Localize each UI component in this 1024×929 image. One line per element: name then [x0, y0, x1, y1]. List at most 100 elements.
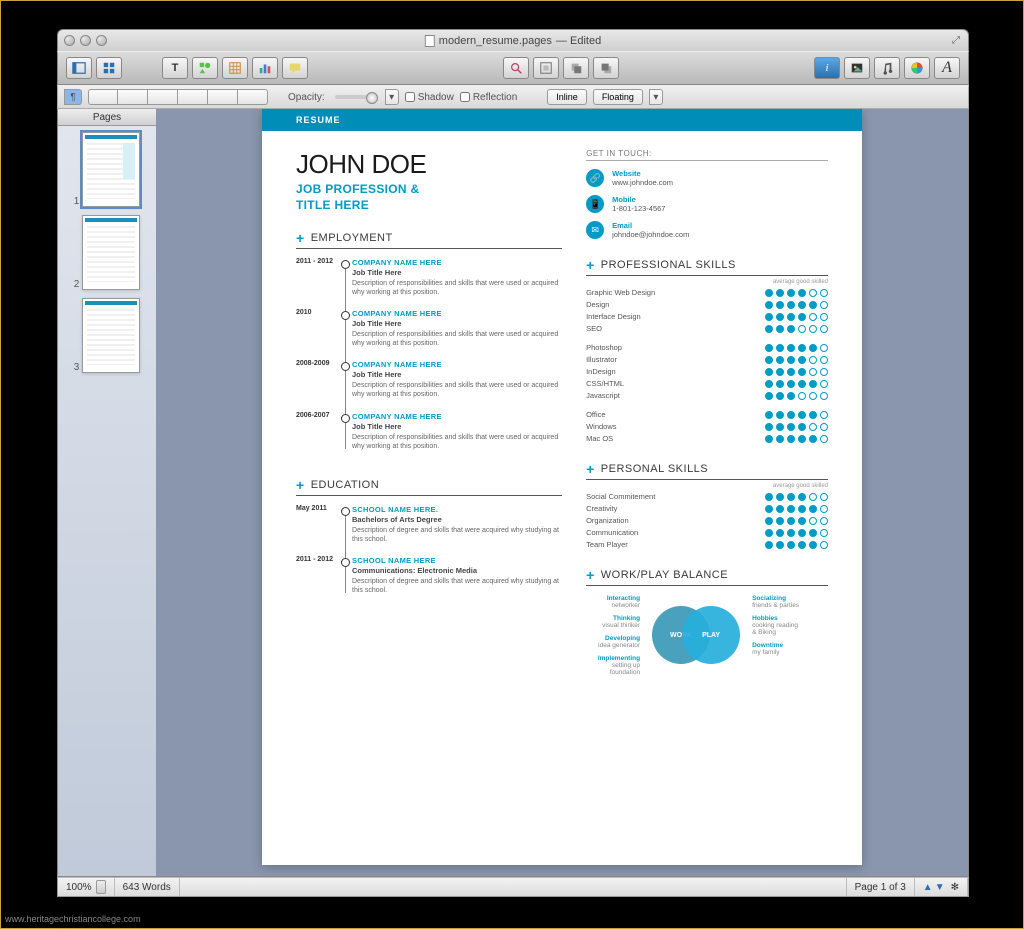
timeline-item: 2011 - 2012 COMPANY NAME HERE Job Title … — [352, 258, 562, 297]
settings-gear-icon[interactable]: ✻ — [951, 882, 959, 893]
venn-diagram: WORK PLAY — [646, 599, 746, 671]
timeline-item: 2010 COMPANY NAME HERE Job Title Here De… — [352, 309, 562, 348]
skill-name: Organization — [586, 516, 629, 525]
timeline-heading: COMPANY NAME HERE — [352, 412, 562, 421]
wrap-inline-button[interactable]: Inline — [547, 89, 587, 105]
page-indicator: Page 1 of 3 — [847, 878, 915, 896]
zoom-stepper[interactable] — [96, 880, 106, 894]
shadow-checkbox[interactable]: Shadow — [405, 92, 454, 103]
skill-rating — [765, 392, 828, 400]
mask-button[interactable] — [533, 57, 559, 79]
skill-name: Social Commitement — [586, 492, 655, 501]
wrap-floating-button[interactable]: Floating — [593, 89, 643, 105]
search-button[interactable] — [503, 57, 529, 79]
skill-row: Mac OS — [586, 434, 828, 443]
fonts-button[interactable]: A — [934, 57, 960, 79]
plus-icon: + — [586, 461, 595, 477]
nav-up-icon[interactable]: ▲ — [923, 882, 933, 893]
timeline-desc: Description of responsibilities and skil… — [352, 279, 562, 297]
reflection-checkbox[interactable]: Reflection — [460, 92, 517, 103]
opacity-stepper[interactable]: ▾ — [385, 89, 399, 105]
plus-icon: + — [296, 477, 305, 493]
window-title-status: — Edited — [556, 35, 601, 47]
media-button[interactable] — [844, 57, 870, 79]
fullscreen-icon[interactable]: ⤢ — [952, 35, 960, 46]
skill-rating — [765, 541, 828, 549]
page-thumbnail-1[interactable] — [82, 132, 140, 207]
timeline-heading: COMPANY NAME HERE — [352, 360, 562, 369]
align-middle-button[interactable] — [238, 89, 268, 105]
venn-item: Thinkingvisual thinker — [586, 615, 640, 629]
venn-item: Implementingsetting up foundation — [586, 655, 640, 676]
thumb-number: 3 — [74, 362, 80, 373]
skill-row: Design — [586, 300, 828, 309]
wrap-options-button[interactable]: ▾ — [649, 89, 663, 105]
timeline-date: 2011 - 2012 — [296, 556, 340, 563]
comment-button[interactable] — [282, 57, 308, 79]
watermark: www.heritagechristiancollege.com — [5, 914, 141, 924]
timeline-item: May 2011 SCHOOL NAME HERE. Bachelors of … — [352, 505, 562, 544]
skill-name: Office — [586, 410, 605, 419]
shapes-button[interactable] — [192, 57, 218, 79]
page-thumbnail-3[interactable] — [82, 298, 140, 373]
skill-name: Interface Design — [586, 312, 641, 321]
document-page[interactable]: RESUME JOHN DOE JOB PROFESSION & TITLE H… — [262, 109, 862, 865]
skill-row: Interface Design — [586, 312, 828, 321]
colors-button[interactable] — [904, 57, 930, 79]
inspector-button[interactable]: i — [814, 57, 840, 79]
minimize-icon[interactable] — [80, 35, 91, 46]
zoom-level[interactable]: 100% — [66, 882, 92, 893]
skill-name: Mac OS — [586, 434, 613, 443]
zoom-icon[interactable] — [96, 35, 107, 46]
window-controls[interactable] — [64, 35, 107, 46]
align-justify-button[interactable] — [178, 89, 208, 105]
skill-name: Design — [586, 300, 609, 309]
document-canvas[interactable]: RESUME JOHN DOE JOB PROFESSION & TITLE H… — [156, 109, 968, 876]
nav-down-icon[interactable]: ▼ — [935, 882, 945, 893]
skill-name: Creativity — [586, 504, 617, 513]
timeline-item: 2008-2009 COMPANY NAME HERE Job Title He… — [352, 360, 562, 399]
skill-rating — [765, 505, 828, 513]
opacity-label: Opacity: — [288, 92, 325, 103]
plus-icon: + — [586, 567, 595, 583]
textbox-button[interactable]: T — [162, 57, 188, 79]
page-thumbnail-2[interactable] — [82, 215, 140, 290]
sidebar-title: Pages — [58, 109, 156, 126]
word-count: 643 Words — [115, 878, 180, 896]
skill-rating — [765, 325, 828, 333]
sections-button[interactable] — [96, 57, 122, 79]
timeline-subheading: Job Title Here — [352, 422, 562, 431]
back-button[interactable] — [593, 57, 619, 79]
timeline-date: 2006-2007 — [296, 412, 340, 419]
skill-row: Graphic Web Design — [586, 288, 828, 297]
venn-item: Developingidea generator — [586, 635, 640, 649]
skill-row: SEO — [586, 324, 828, 333]
music-button[interactable] — [874, 57, 900, 79]
align-right-button[interactable] — [148, 89, 178, 105]
timeline-subheading: Bachelors of Arts Degree — [352, 515, 562, 524]
skill-row: Javascript — [586, 391, 828, 400]
chart-button[interactable] — [252, 57, 278, 79]
align-center-button[interactable] — [118, 89, 148, 105]
venn-item: Interactingnetworker — [586, 595, 640, 609]
view-button[interactable] — [66, 57, 92, 79]
contact-item: 📱 Mobile 1-801-123-4567 — [586, 195, 828, 213]
timeline-desc: Description of degree and skills that we… — [352, 526, 562, 544]
opacity-slider[interactable] — [335, 95, 375, 99]
contact-icon: 🔗 — [586, 169, 604, 187]
skill-rating — [765, 289, 828, 297]
contact-label: Mobile — [612, 195, 665, 204]
timeline-subheading: Communications: Electronic Media — [352, 566, 562, 575]
paragraph-style-button[interactable]: ¶ — [64, 89, 82, 105]
timeline-date: 2008-2009 — [296, 360, 340, 367]
front-button[interactable] — [563, 57, 589, 79]
timeline-desc: Description of responsibilities and skil… — [352, 433, 562, 451]
timeline-heading: SCHOOL NAME HERE — [352, 556, 562, 565]
timeline-desc: Description of responsibilities and skil… — [352, 330, 562, 348]
close-icon[interactable] — [64, 35, 75, 46]
timeline-item: 2011 - 2012 SCHOOL NAME HERE Communicati… — [352, 556, 562, 595]
align-left-button[interactable] — [88, 89, 118, 105]
skill-rating — [765, 411, 828, 419]
table-button[interactable] — [222, 57, 248, 79]
align-top-button[interactable] — [208, 89, 238, 105]
